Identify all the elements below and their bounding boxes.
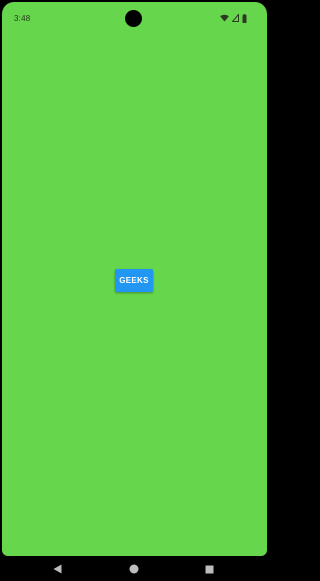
status-time: 3:48 (14, 14, 31, 23)
recents-square-icon (205, 561, 214, 579)
main-content: GEEKS (2, 32, 267, 556)
wifi-icon (220, 14, 229, 22)
status-icons (220, 13, 247, 23)
recents-button[interactable] (204, 565, 214, 575)
navigation-bar (0, 558, 270, 581)
home-circle-icon (129, 561, 139, 579)
device-frame: 3:48 GEEKS (0, 0, 270, 581)
geeks-button[interactable]: GEEKS (115, 269, 153, 292)
camera-cutout (125, 10, 142, 27)
back-button[interactable] (52, 564, 62, 575)
cellular-signal-icon (232, 14, 239, 22)
app-screen: 3:48 GEEKS (2, 2, 267, 556)
back-triangle-icon (53, 561, 62, 579)
home-button[interactable] (129, 564, 139, 575)
battery-icon (242, 13, 247, 23)
status-bar: 3:48 (2, 2, 267, 32)
